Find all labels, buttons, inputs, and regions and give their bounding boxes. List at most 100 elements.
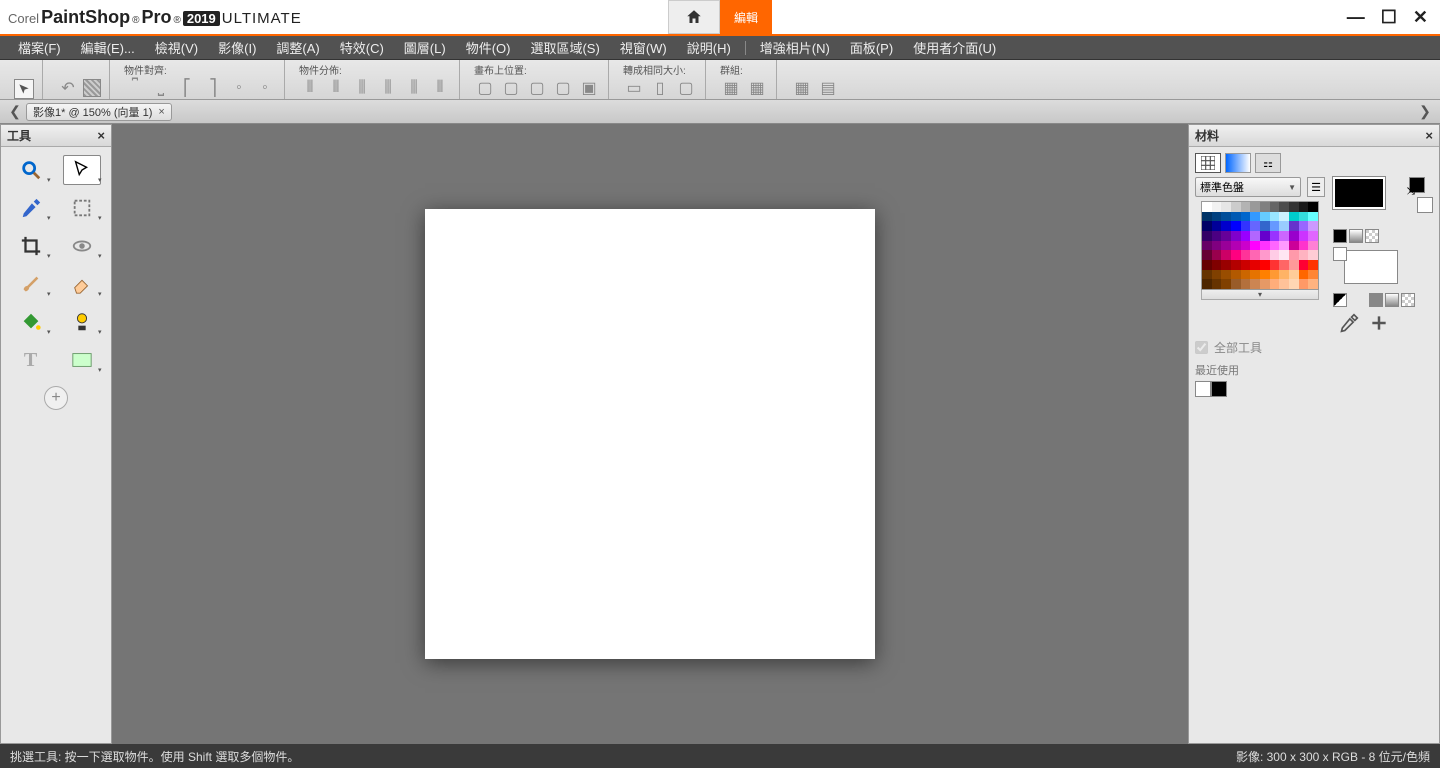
color-swatch[interactable] (1250, 231, 1260, 241)
color-swatch[interactable] (1299, 241, 1309, 251)
color-swatch[interactable] (1270, 241, 1280, 251)
color-swatch[interactable] (1221, 279, 1231, 289)
document-tab[interactable]: 影像1* @ 150% (向量 1) × (26, 103, 172, 121)
menu-file[interactable]: 檔案(F) (8, 36, 71, 59)
pos-2-icon[interactable]: ▢ (500, 77, 522, 99)
color-swatch[interactable] (1270, 221, 1280, 231)
same-size-icon[interactable]: ▢ (675, 77, 697, 99)
color-swatch[interactable] (1221, 212, 1231, 222)
color-swatch[interactable] (1250, 260, 1260, 270)
bg-none-swatch[interactable] (1333, 247, 1347, 261)
color-swatch[interactable] (1299, 221, 1309, 231)
fg-style-solid[interactable] (1333, 229, 1347, 243)
reset-bounds-icon[interactable] (83, 79, 101, 97)
color-swatch[interactable] (1270, 202, 1280, 212)
pos-1-icon[interactable]: ▢ (474, 77, 496, 99)
color-swatch[interactable] (1308, 279, 1318, 289)
pos-5-icon[interactable]: ▣ (578, 77, 600, 99)
background-solid-swatch[interactable] (1417, 197, 1433, 213)
eraser-tool[interactable]: ▾ (63, 269, 101, 299)
home-tab[interactable] (668, 0, 720, 34)
bg-style-pattern[interactable] (1401, 293, 1415, 307)
color-swatch[interactable] (1260, 221, 1270, 231)
color-swatch[interactable] (1250, 270, 1260, 280)
minimize-button[interactable]: — (1343, 7, 1369, 28)
menu-image[interactable]: 影像(I) (208, 36, 266, 59)
tools-panel-close[interactable]: × (97, 128, 105, 143)
swap-colors-button[interactable] (1333, 293, 1347, 307)
menu-window[interactable]: 視窗(W) (610, 36, 677, 59)
color-swatch[interactable] (1279, 241, 1289, 251)
doc-next-button[interactable]: ❯ (1414, 103, 1436, 121)
close-button[interactable]: ✕ (1409, 7, 1432, 28)
brush-tool[interactable]: ▾ (12, 269, 50, 299)
menu-objects[interactable]: 物件(O) (456, 36, 521, 59)
color-swatch[interactable] (1212, 231, 1222, 241)
color-swatch[interactable] (1279, 270, 1289, 280)
color-swatch[interactable] (1231, 270, 1241, 280)
color-swatch[interactable] (1221, 231, 1231, 241)
selection-tool[interactable]: ▾ (63, 193, 101, 223)
color-swatch[interactable] (1202, 270, 1212, 280)
color-swatch[interactable] (1270, 231, 1280, 241)
dist-bottom-icon[interactable]: ⫴ (325, 77, 347, 99)
crop-tool[interactable]: ▾ (12, 231, 50, 261)
color-swatch[interactable] (1289, 202, 1299, 212)
pick-tool[interactable]: ▾ (63, 155, 101, 185)
group-icon[interactable]: ▦ (720, 77, 742, 99)
dist-center-v-icon[interactable]: ⫴ (429, 77, 451, 99)
color-swatch[interactable] (1241, 260, 1251, 270)
color-swatch[interactable] (1212, 221, 1222, 231)
color-swatch[interactable] (1212, 279, 1222, 289)
doc-prev-button[interactable]: ❮ (4, 103, 26, 121)
hsl-tab[interactable] (1225, 153, 1251, 173)
color-swatch[interactable] (1289, 231, 1299, 241)
color-swatch[interactable] (1279, 279, 1289, 289)
palette-edit-button[interactable]: ☰ (1307, 177, 1325, 197)
color-swatch[interactable] (1250, 279, 1260, 289)
color-swatch[interactable] (1221, 260, 1231, 270)
color-swatch[interactable] (1241, 212, 1251, 222)
color-swatch[interactable] (1231, 260, 1241, 270)
color-swatch[interactable] (1241, 221, 1251, 231)
swatches-tab[interactable] (1195, 153, 1221, 173)
color-swatch[interactable] (1260, 202, 1270, 212)
color-swatch[interactable] (1260, 241, 1270, 251)
dropper-tool[interactable]: ▾ (12, 193, 50, 223)
menu-adjust[interactable]: 調整(A) (266, 36, 329, 59)
dist-right-icon[interactable]: ⫼ (377, 77, 399, 99)
color-swatch[interactable] (1308, 270, 1318, 280)
dist-top-icon[interactable]: ⫴ (299, 77, 321, 99)
redeye-tool[interactable]: ▾ (63, 231, 101, 261)
dist-center-h-icon[interactable]: ⫼ (403, 77, 425, 99)
align-top-icon[interactable]: ⎴ (124, 77, 146, 99)
color-swatch[interactable] (1279, 260, 1289, 270)
menu-enhance-photo[interactable]: 增強相片(N) (750, 36, 840, 59)
color-swatch[interactable] (1231, 221, 1241, 231)
color-picker-dropper[interactable] (1339, 313, 1359, 333)
palette-select[interactable]: 標準色盤 ▼ (1195, 177, 1301, 197)
color-swatch[interactable] (1212, 260, 1222, 270)
color-swatch[interactable] (1241, 231, 1251, 241)
canvas-viewport[interactable] (112, 124, 1188, 744)
color-swatch[interactable] (1221, 270, 1231, 280)
color-swatch[interactable] (1308, 212, 1318, 222)
color-swatch[interactable] (1241, 250, 1251, 260)
add-tool-button[interactable]: + (44, 386, 68, 410)
color-swatch[interactable] (1241, 241, 1251, 251)
color-swatch[interactable] (1260, 231, 1270, 241)
color-swatch[interactable] (1289, 260, 1299, 270)
slider-tab[interactable]: ⚏ (1255, 153, 1281, 173)
menu-selections[interactable]: 選取區域(S) (520, 36, 609, 59)
color-swatch[interactable] (1221, 241, 1231, 251)
color-swatch[interactable] (1202, 279, 1212, 289)
color-swatch[interactable] (1212, 250, 1222, 260)
swap-fg-bg-small[interactable]: ⤭ (1407, 186, 1415, 197)
menu-help[interactable]: 說明(H) (677, 36, 741, 59)
color-swatch[interactable] (1212, 270, 1222, 280)
color-swatch[interactable] (1202, 221, 1212, 231)
color-swatch[interactable] (1231, 250, 1241, 260)
fg-style-pattern[interactable] (1365, 229, 1379, 243)
menu-view[interactable]: 檢視(V) (145, 36, 208, 59)
color-swatch[interactable] (1241, 202, 1251, 212)
